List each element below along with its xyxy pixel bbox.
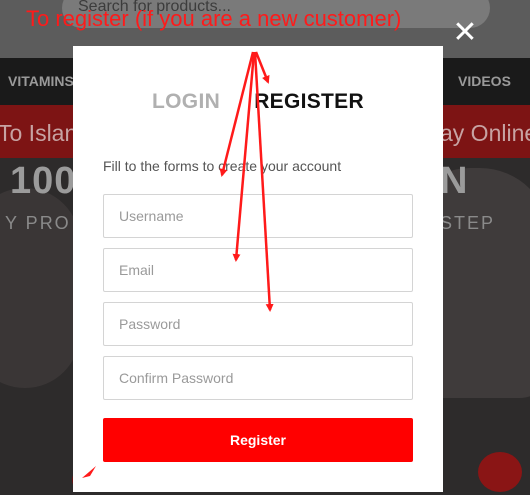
annotation-arrows xyxy=(82,51,274,478)
arrow-to-register-button xyxy=(82,466,96,478)
arrow-to-password xyxy=(253,51,274,312)
arrow-to-register-tab xyxy=(254,51,270,84)
